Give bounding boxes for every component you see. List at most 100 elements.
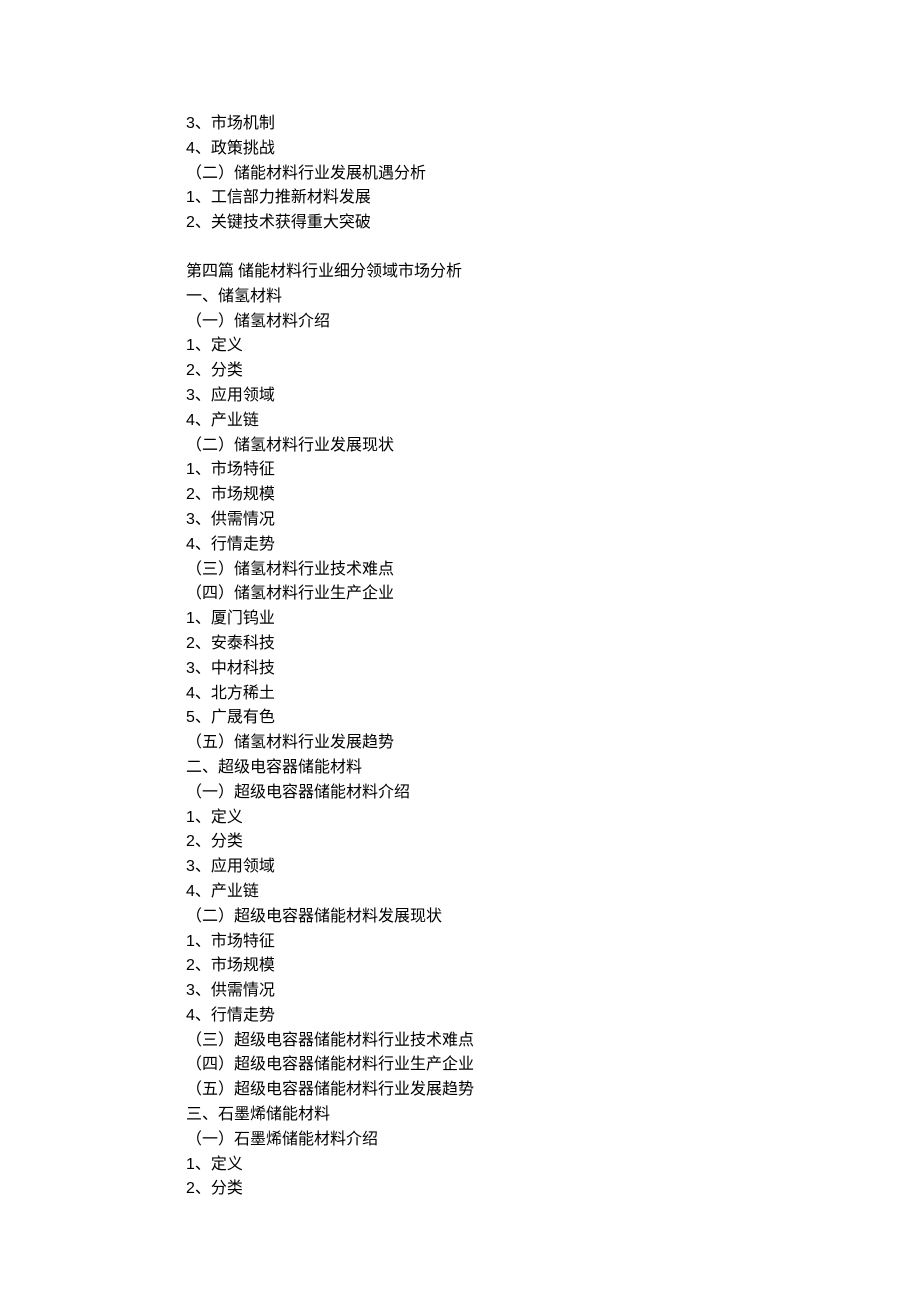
toc-line: 2、分类 (186, 1177, 920, 1202)
toc-line: 4、行情走势 (186, 533, 920, 558)
toc-line: 3、供需情况 (186, 508, 920, 533)
line-number: 1 (186, 461, 195, 478)
line-number: 3 (186, 511, 195, 528)
line-text: （一）超级电容器储能材料介绍 (186, 784, 410, 801)
line-text: 应用领域 (211, 387, 275, 404)
toc-line: 2、分类 (186, 359, 920, 384)
line-text: 关键技术获得重大突破 (211, 214, 371, 231)
line-number: 1 (186, 809, 195, 826)
document-page: 3、市场机制4、政策挑战（二）储能材料行业发展机遇分析1、工信部力推新材料发展2… (0, 0, 920, 1302)
line-text: （四）储氢材料行业生产企业 (186, 585, 394, 602)
line-number: 4 (186, 412, 195, 429)
line-text: 中材科技 (211, 660, 275, 677)
line-number: 3 (186, 387, 195, 404)
toc-line: 2、分类 (186, 830, 920, 855)
line-separator: 、 (195, 387, 211, 404)
line-text: 定义 (211, 1156, 243, 1173)
toc-line: 4、行情走势 (186, 1004, 920, 1029)
line-text: 工信部力推新材料发展 (211, 189, 371, 206)
line-number: 1 (186, 933, 195, 950)
line-number: 2 (186, 957, 195, 974)
line-text: （三）储氢材料行业技术难点 (186, 561, 394, 578)
line-separator: 、 (195, 189, 211, 206)
toc-line: 一、储氢材料 (186, 285, 920, 310)
line-separator: 、 (195, 486, 211, 503)
line-text: 产业链 (211, 883, 259, 900)
toc-line: 2、安泰科技 (186, 632, 920, 657)
toc-line: 2、市场规模 (186, 483, 920, 508)
line-separator: 、 (195, 115, 211, 132)
toc-line: （五）超级电容器储能材料行业发展趋势 (186, 1078, 920, 1103)
line-separator: 、 (195, 140, 211, 157)
line-separator: 、 (195, 1007, 211, 1024)
blank-line (186, 236, 920, 260)
line-text: （四）超级电容器储能材料行业生产企业 (186, 1056, 474, 1073)
toc-line: 1、厦门钨业 (186, 607, 920, 632)
line-text: 应用领域 (211, 858, 275, 875)
line-text: （一）石墨烯储能材料介绍 (186, 1131, 378, 1148)
line-number: 2 (186, 833, 195, 850)
toc-line: 1、定义 (186, 806, 920, 831)
toc-line: （四）储氢材料行业生产企业 (186, 582, 920, 607)
line-number: 3 (186, 660, 195, 677)
toc-line: 3、中材科技 (186, 657, 920, 682)
toc-line: （一）储氢材料介绍 (186, 310, 920, 335)
line-number: 2 (186, 214, 195, 231)
line-number: 3 (186, 858, 195, 875)
line-separator: 、 (195, 337, 211, 354)
toc-line: （四）超级电容器储能材料行业生产企业 (186, 1053, 920, 1078)
line-number: 1 (186, 1156, 195, 1173)
line-number: 1 (186, 337, 195, 354)
toc-line: 4、产业链 (186, 880, 920, 905)
line-separator: 、 (195, 610, 211, 627)
line-text: 行情走势 (211, 536, 275, 553)
toc-line: （一）石墨烯储能材料介绍 (186, 1128, 920, 1153)
line-text: 厦门钨业 (211, 610, 275, 627)
line-text: 定义 (211, 809, 243, 826)
toc-line: 1、市场特征 (186, 458, 920, 483)
line-separator: 、 (195, 214, 211, 231)
line-number: 4 (186, 685, 195, 702)
line-text: 三、石墨烯储能材料 (186, 1106, 330, 1123)
line-text: 一、储氢材料 (186, 288, 282, 305)
line-text: 分类 (211, 833, 243, 850)
line-number: 3 (186, 115, 195, 132)
toc-line: 5、广晟有色 (186, 706, 920, 731)
toc-line: （三）超级电容器储能材料行业技术难点 (186, 1029, 920, 1054)
toc-line: 1、市场特征 (186, 930, 920, 955)
line-text: （二）超级电容器储能材料发展现状 (186, 908, 442, 925)
toc-line: 第四篇 储能材料行业细分领域市场分析 (186, 260, 920, 285)
line-number: 2 (186, 635, 195, 652)
line-text: 二、超级电容器储能材料 (186, 759, 362, 776)
line-number: 5 (186, 709, 195, 726)
line-number: 3 (186, 982, 195, 999)
toc-line: 3、市场机制 (186, 112, 920, 137)
toc-line: 4、产业链 (186, 409, 920, 434)
toc-line: （二）超级电容器储能材料发展现状 (186, 905, 920, 930)
toc-line: 1、工信部力推新材料发展 (186, 186, 920, 211)
line-separator: 、 (195, 635, 211, 652)
line-text: （五）超级电容器储能材料行业发展趋势 (186, 1081, 474, 1098)
line-separator: 、 (195, 883, 211, 900)
line-text: 第四篇 储能材料行业细分领域市场分析 (186, 263, 462, 280)
line-text: 政策挑战 (211, 140, 275, 157)
line-separator: 、 (195, 957, 211, 974)
toc-line: （二）储能材料行业发展机遇分析 (186, 162, 920, 187)
line-number: 2 (186, 362, 195, 379)
line-text: （一）储氢材料介绍 (186, 313, 330, 330)
toc-line: 1、定义 (186, 1153, 920, 1178)
line-number: 4 (186, 1007, 195, 1024)
line-separator: 、 (195, 685, 211, 702)
line-text: （三）超级电容器储能材料行业技术难点 (186, 1032, 474, 1049)
line-number: 4 (186, 140, 195, 157)
line-text: （二）储氢材料行业发展现状 (186, 437, 394, 454)
line-separator: 、 (195, 982, 211, 999)
line-text: 供需情况 (211, 982, 275, 999)
line-text: 产业链 (211, 412, 259, 429)
line-text: 行情走势 (211, 1007, 275, 1024)
line-text: （二）储能材料行业发展机遇分析 (186, 165, 426, 182)
line-separator: 、 (195, 1180, 211, 1197)
line-text: 分类 (211, 1180, 243, 1197)
line-number: 2 (186, 1180, 195, 1197)
line-number: 1 (186, 610, 195, 627)
